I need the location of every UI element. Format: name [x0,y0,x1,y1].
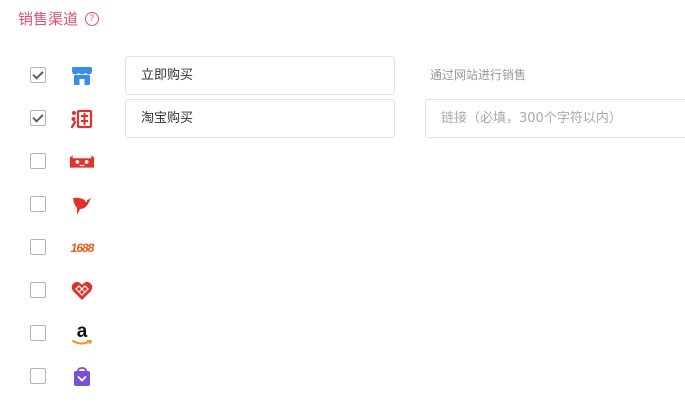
channel-checkbox[interactable] [30,153,46,169]
taobao-icon [69,106,95,132]
channel-checkbox[interactable] [30,196,46,212]
bird-icon [69,192,95,218]
heart-icon [69,278,95,304]
channel-row-amazon: a [0,314,685,354]
channel-name-field[interactable]: 淘宝购买 [125,99,395,138]
section-header: 销售渠道 ? [18,9,100,29]
amazon-icon: a [69,321,95,347]
channel-checkbox[interactable] [30,110,46,126]
channel-row-tmall [0,142,685,182]
channel-row-heart [0,271,685,311]
help-icon[interactable]: ? [85,12,100,26]
link-input[interactable] [425,99,685,138]
channel-row-bag [0,357,685,397]
channel-row-bird [0,185,685,225]
channel-name-field[interactable]: 立即购买 [125,56,395,95]
store-icon [69,63,95,89]
bag-icon [69,364,95,390]
channel-checkbox[interactable] [30,67,46,83]
1688-icon: 1688 [70,241,95,255]
channel-checkbox[interactable] [30,239,46,255]
channel-row-store: 立即购买 通过网站进行销售 [0,56,685,96]
tmall-icon [69,149,95,175]
channel-row-taobao: 淘宝购买 [0,99,685,139]
channel-row-1688: 1688 [0,228,685,268]
channel-checkbox[interactable] [30,368,46,384]
channel-hint: 通过网站进行销售 [430,68,527,82]
channel-checkbox[interactable] [30,325,46,341]
channel-checkbox[interactable] [30,282,46,298]
section-title: 销售渠道 [18,10,79,28]
